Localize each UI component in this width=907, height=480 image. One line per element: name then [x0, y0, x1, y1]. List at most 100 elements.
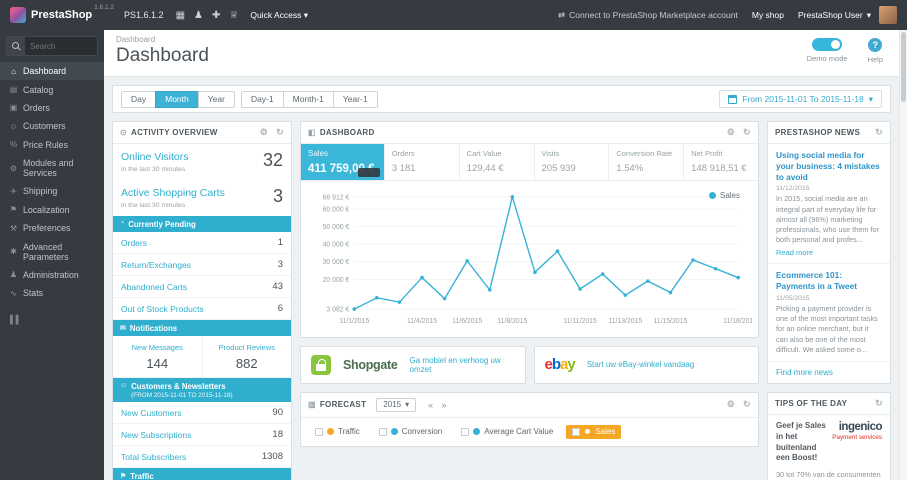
user-menu-label: PrestaShop User	[797, 10, 863, 20]
active-carts-value: 3	[272, 186, 283, 206]
active-carts-link[interactable]: Active Shopping Carts	[121, 187, 225, 199]
prestashop-news-panel: PRESTASHOP NEWS ↻ Using social media for…	[767, 121, 891, 384]
legend-sales[interactable]: Sales	[566, 424, 622, 439]
news-article-link[interactable]: Using social media for your business: 4 …	[776, 150, 880, 182]
shopgate-link[interactable]: Ga mobiel en verhoog uw omzet	[410, 356, 515, 374]
user-icon[interactable]: ♟	[194, 10, 203, 21]
online-visitors-value: 32	[262, 150, 283, 170]
refresh-icon[interactable]: ↻	[875, 398, 883, 409]
sidebar-item-shipping[interactable]: ✈ Shipping	[0, 182, 104, 200]
news-article-link[interactable]: Ecommerce 101: Payments in a Tweet	[776, 270, 857, 291]
abandoned-carts-link[interactable]: Abandoned Carts	[121, 282, 187, 292]
find-more-news-link[interactable]: Find more news	[768, 362, 890, 383]
sidebar-item-modules[interactable]: ⚙ Modules and Services	[0, 154, 104, 182]
sidebar-item-preferences[interactable]: ⚒ Preferences	[0, 219, 104, 237]
marketplace-link[interactable]: ⇄ Connect to PrestaShop Marketplace acco…	[558, 10, 738, 21]
ebay-link[interactable]: Start uw eBay-winkel vandaag	[587, 360, 695, 369]
customers-row: Total Subscribers 1308	[113, 446, 291, 468]
sidebar-item-price-rules[interactable]: % Price Rules	[0, 136, 104, 154]
legend-traffic[interactable]: Traffic	[309, 425, 366, 439]
legend-average-cart-value[interactable]: Average Cart Value	[455, 425, 559, 439]
filter-month-button[interactable]: Month	[155, 90, 199, 108]
sidebar-item-stats[interactable]: ∿ Stats	[0, 284, 104, 302]
cart-icon[interactable]: ▦	[176, 10, 185, 21]
forecast-title: FORECAST	[319, 400, 367, 410]
forecast-year-select[interactable]: 2015 ▾	[376, 397, 417, 412]
customers-icon: ☺	[9, 121, 18, 131]
sidebar-item-administration[interactable]: ♟ Administration	[0, 266, 104, 284]
demo-mode-toggle[interactable]	[812, 38, 843, 51]
product-reviews-link[interactable]: Product Reviews	[219, 343, 275, 352]
user-avatar[interactable]	[879, 6, 897, 24]
search-input[interactable]	[25, 37, 97, 55]
sales-checkbox[interactable]	[572, 427, 581, 436]
forecast-panel: ▥ FORECAST 2015 ▾ « » ⚙ ↻ Traffic Conver…	[300, 391, 759, 447]
refresh-icon[interactable]: ↻	[743, 127, 751, 138]
sidebar-item-dashboard[interactable]: ⌂ Dashboard	[0, 62, 104, 81]
shipping-icon: ✈	[10, 186, 17, 196]
next-page-button[interactable]: »	[440, 400, 450, 410]
user-menu[interactable]: PrestaShop User ▾	[798, 10, 871, 21]
activity-overview-title: ACTIVITY OVERVIEW	[131, 128, 218, 137]
online-visitors-sub: in the last 30 minutes	[121, 166, 186, 173]
kpi-sales[interactable]: Sales 411 759,00 €	[301, 144, 385, 180]
filter-month-1-button[interactable]: Month-1	[282, 90, 334, 108]
gear-icon[interactable]: ⚙	[727, 399, 735, 410]
refresh-icon[interactable]: ↻	[875, 127, 883, 138]
svg-text:30 000 €: 30 000 €	[323, 259, 350, 266]
refresh-icon[interactable]: ↻	[743, 399, 751, 410]
my-shop-link[interactable]: My shop	[752, 10, 784, 20]
refresh-icon[interactable]: ↻	[276, 127, 284, 138]
kpi-conversion-rate[interactable]: Conversion Rate 1.54%	[609, 144, 685, 180]
kpi-cart-value[interactable]: Cart Value 129,44 €	[460, 144, 535, 180]
center-column: ◧ DASHBOARD ⚙ ↻ Sales 411 759,00 € Order…	[300, 121, 759, 447]
date-range-picker[interactable]: From 2015-11-01 To 2015-11-18 ▾	[719, 90, 882, 108]
shop-version-label: PS1.6.1.2	[124, 10, 164, 20]
add-icon[interactable]: ✚	[212, 10, 220, 21]
sidebar-item-catalog[interactable]: ▤ Catalog	[0, 80, 104, 98]
trophy-icon[interactable]: ♕	[229, 10, 238, 21]
people-icon: ☺	[120, 381, 128, 389]
kpi-value: 1.54%	[616, 163, 644, 174]
ingenico-logo-subtext: Payment services	[832, 433, 882, 441]
sidebar-collapse-button[interactable]: ▌▌	[0, 303, 104, 336]
filter-day-button[interactable]: Day	[121, 90, 157, 108]
sidebar-item-localization[interactable]: ⚑ Localization	[0, 201, 104, 219]
out-of-stock-link[interactable]: Out of Stock Products	[121, 304, 204, 314]
help-icon[interactable]: ?	[868, 38, 883, 52]
traffic-checkbox[interactable]	[315, 427, 323, 436]
header-controls: Demo mode ? Help	[807, 38, 883, 64]
sidebar-item-orders[interactable]: ▣ Orders	[0, 99, 104, 117]
new-customers-link[interactable]: New Customers	[121, 408, 181, 418]
ebay-logo: ebay	[545, 356, 576, 373]
sidebar-item-advanced-parameters[interactable]: ✱ Advanced Parameters	[0, 237, 104, 265]
filter-year-button[interactable]: Year	[197, 90, 235, 108]
sidebar-item-label: Stats	[23, 288, 44, 299]
pending-orders-link[interactable]: Orders	[121, 238, 147, 248]
previous-page-button[interactable]: «	[426, 400, 436, 410]
sidebar-item-customers[interactable]: ☺ Customers	[0, 117, 104, 135]
filter-year-1-button[interactable]: Year-1	[332, 90, 378, 108]
kpi-net-profit[interactable]: Net Profit 148 918,51 €	[684, 144, 758, 180]
total-subscribers-link[interactable]: Total Subscribers	[121, 452, 186, 462]
kpi-visits[interactable]: Visits 205 939	[535, 144, 610, 180]
logo-version: 1.6.1.2	[94, 4, 115, 11]
filter-day-1-button[interactable]: Day-1	[240, 90, 284, 108]
scrollbar[interactable]	[899, 30, 907, 480]
online-visitors-link[interactable]: Online Visitors	[121, 151, 189, 163]
sidebar-item-label: Catalog	[23, 84, 54, 95]
ingenico-logo[interactable]: ingenico Payment services	[832, 421, 882, 441]
read-more-link[interactable]: Read more	[776, 248, 813, 257]
legend-conversion[interactable]: Conversion	[373, 425, 448, 439]
scrollbar-thumb[interactable]	[901, 32, 906, 102]
conversion-checkbox[interactable]	[378, 427, 387, 436]
quick-access-menu[interactable]: Quick Access ▾	[250, 10, 308, 21]
kpi-orders[interactable]: Orders 3 181	[385, 144, 460, 180]
pending-returns-link[interactable]: Return/Exchanges	[121, 260, 191, 270]
average-cart-value-checkbox[interactable]	[461, 427, 470, 436]
search-button[interactable]	[7, 37, 25, 55]
new-subscriptions-link[interactable]: New Subscriptions	[121, 430, 191, 440]
gear-icon[interactable]: ⚙	[727, 127, 735, 138]
gear-icon[interactable]: ⚙	[260, 127, 268, 138]
new-messages-link[interactable]: New Messages	[132, 343, 183, 352]
